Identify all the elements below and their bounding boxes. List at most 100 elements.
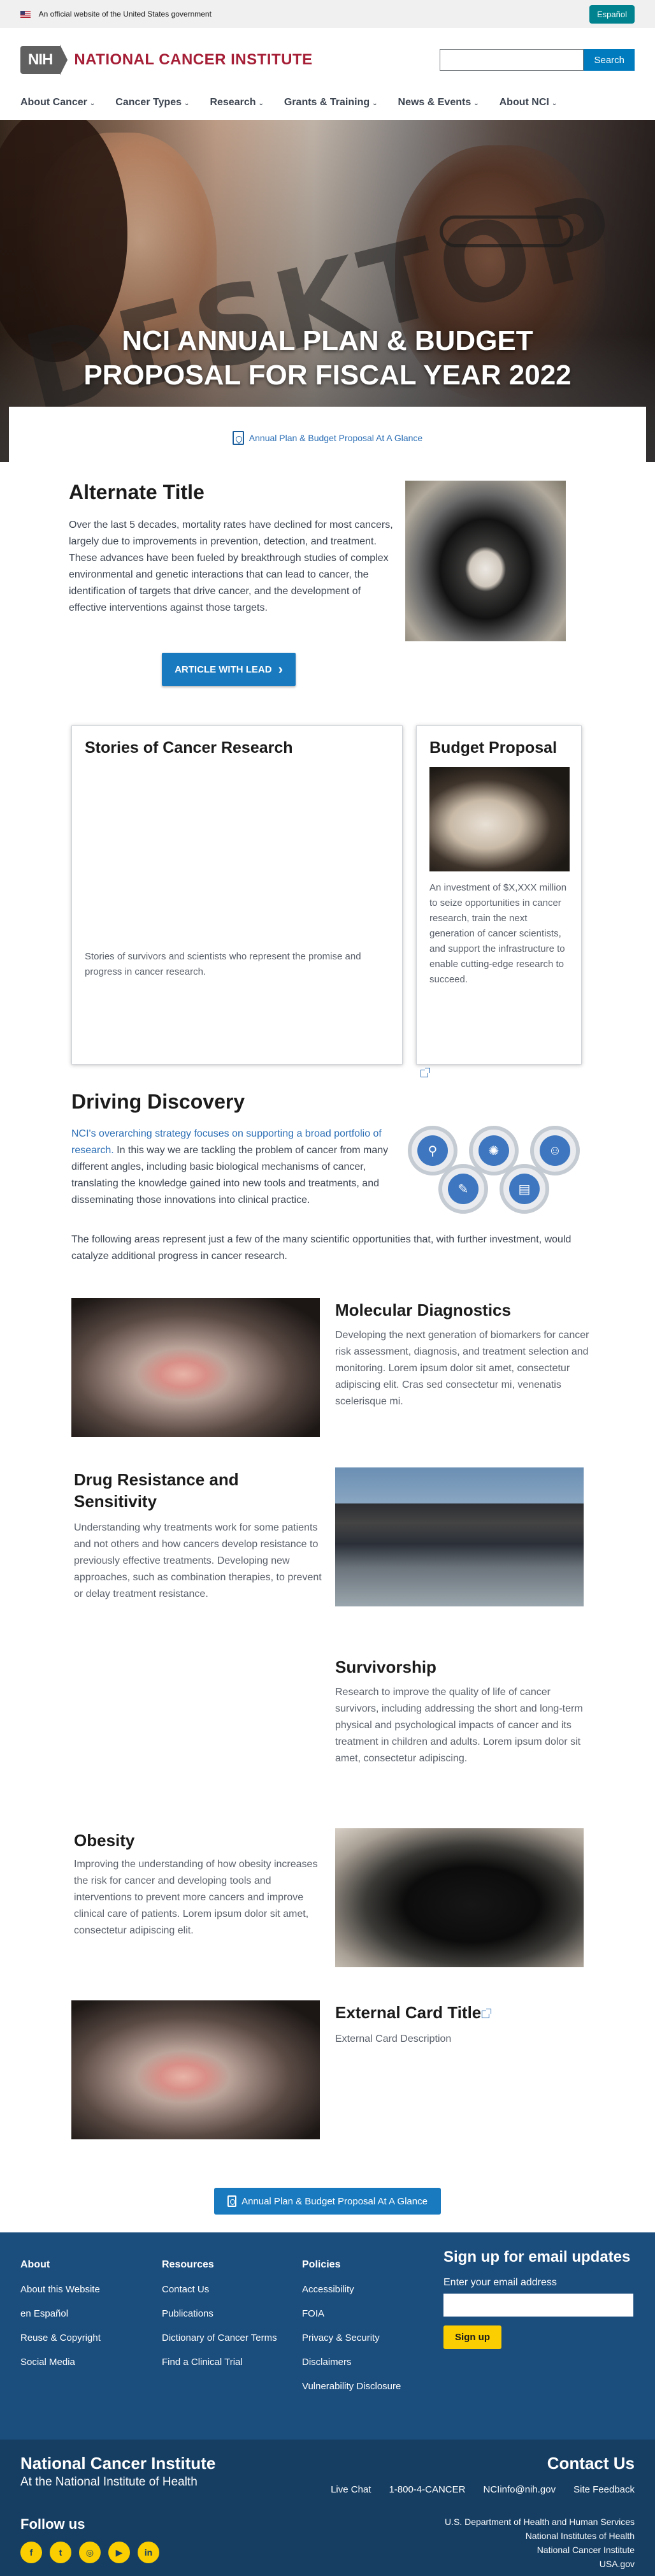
nav-label: Research xyxy=(210,97,256,108)
nav-about-nci[interactable]: About NCI ⌄ xyxy=(500,97,558,108)
nci-link[interactable]: National Cancer Institute xyxy=(537,2545,635,2555)
footer-link[interactable]: Reuse & Copyright xyxy=(20,2332,148,2345)
nav-label: About NCI xyxy=(499,97,549,108)
search-input[interactable] xyxy=(440,49,584,71)
footer-link[interactable]: FOIA xyxy=(302,2308,429,2320)
search-form: Search xyxy=(440,49,635,71)
nav-about-cancer[interactable]: About Cancer ⌄ xyxy=(20,97,95,108)
article-with-lead-button[interactable]: ARTICLE WITH LEAD › xyxy=(162,653,296,686)
drug-resistance-title: Drug Resistance and Sensitivity xyxy=(74,1470,239,1511)
linkedin-icon[interactable]: in xyxy=(138,2542,159,2563)
obesity-image xyxy=(335,1828,584,1967)
footer-link[interactable]: Dictionary of Cancer Terms xyxy=(162,2332,283,2345)
footer-link[interactable]: Disclaimers xyxy=(302,2356,429,2369)
chevron-down-icon: ⌄ xyxy=(551,99,558,107)
live-chat-link[interactable]: Live Chat xyxy=(331,2484,371,2495)
footer-about-column: About About this Website en Español Reus… xyxy=(20,2259,148,2380)
logo-text: NATIONAL CANCER INSTITUTE xyxy=(74,51,313,68)
ring-clipboard: ▤ xyxy=(500,1164,549,1214)
obesity-body: Improving the understanding of how obesi… xyxy=(74,1859,318,1936)
molecular-image xyxy=(71,1298,320,1437)
survivorship-title: Survivorship xyxy=(335,1657,436,1677)
nav-label: Cancer Types xyxy=(115,97,182,108)
nav-label: Grants & Training xyxy=(284,97,370,108)
hero-title-line-1: NCI ANNUAL PLAN & BUDGET xyxy=(122,325,533,356)
footer-link[interactable]: en Español xyxy=(20,2308,148,2320)
nav-research[interactable]: Research ⌄ xyxy=(210,97,263,108)
intro-title: Alternate Title xyxy=(69,481,205,504)
gov-links: U.S. Department of Health and Human Serv… xyxy=(445,2515,635,2571)
footer-policies-title: Policies xyxy=(302,2259,341,2270)
drug-resistance-body: Understanding why treatments work for so… xyxy=(74,1522,322,1599)
driving-discovery-body-text: In this way we are tackling the problem … xyxy=(71,1145,389,1205)
espanol-button[interactable]: Español xyxy=(589,4,635,24)
molecular-body: Developing the next generation of biomar… xyxy=(335,1330,589,1407)
footer-link[interactable]: Accessibility xyxy=(302,2283,429,2296)
footer-link[interactable]: Social Media xyxy=(20,2356,148,2369)
external-card-title[interactable]: External Card Title xyxy=(335,2002,590,2023)
budget-card[interactable]: Budget Proposal An investment of $X,XXX … xyxy=(416,725,582,1065)
stories-card-body: Stories of survivors and scientists who … xyxy=(85,951,361,977)
chevron-down-icon: ⌄ xyxy=(184,99,190,107)
footer-link[interactable]: Contact Us xyxy=(162,2283,283,2296)
at-a-glance-button[interactable]: Annual Plan & Budget Proposal At A Glanc… xyxy=(214,2188,441,2215)
stories-card[interactable]: Stories of Cancer Research Stories of su… xyxy=(71,725,403,1065)
nav-label: News & Events xyxy=(398,97,471,108)
hhs-link[interactable]: U.S. Department of Health and Human Serv… xyxy=(445,2517,635,2527)
chevron-down-icon: ⌄ xyxy=(372,99,378,107)
nih-logo-mark: NIH xyxy=(20,46,61,74)
footer-link[interactable]: Find a Clinical Trial xyxy=(162,2356,283,2369)
footer-contact-links: Live Chat 1-800-4-CANCER NCIinfo@nih.gov… xyxy=(331,2484,635,2495)
gov-banner-text-wrap: An official website of the United States… xyxy=(20,10,212,18)
search-button[interactable]: Search xyxy=(584,49,635,71)
sign-up-button[interactable]: Sign up xyxy=(443,2325,501,2349)
syringe-icon: ✎ xyxy=(448,1174,479,1204)
follow-us-title: Follow us xyxy=(20,2516,85,2532)
external-card-image[interactable] xyxy=(71,2000,320,2139)
youtube-icon[interactable]: ▶ xyxy=(108,2542,130,2563)
footer-link[interactable]: Vulnerability Disclosure xyxy=(302,2380,429,2393)
driving-discovery-title: Driving Discovery xyxy=(71,1090,245,1113)
gov-banner-text: An official website of the United States… xyxy=(38,10,212,18)
footer-about-title: About xyxy=(20,2259,50,2270)
pdf-at-a-glance-link[interactable]: Annual Plan & Budget Proposal At A Glanc… xyxy=(249,433,422,443)
chevron-down-icon: ⌄ xyxy=(89,99,96,107)
social-icons: f t ◎ ▶ in xyxy=(20,2542,159,2563)
site-header: NIH NATIONAL CANCER INSTITUTE Search xyxy=(0,28,655,92)
footer-contact-title: Contact Us xyxy=(547,2454,635,2473)
email-field[interactable] xyxy=(443,2294,633,2317)
chevron-down-icon: ⌄ xyxy=(258,99,264,107)
people-icon: ☺ xyxy=(540,1135,570,1166)
hero-title: NCI ANNUAL PLAN & BUDGET PROPOSAL FOR FI… xyxy=(0,324,655,393)
nci-logo[interactable]: NIH NATIONAL CANCER INSTITUTE xyxy=(20,45,313,75)
budget-card-body: An investment of $X,XXX million to seize… xyxy=(429,882,567,985)
footer-link[interactable]: Privacy & Security xyxy=(302,2332,429,2345)
drug-resistance-image xyxy=(335,1467,584,1606)
twitter-icon[interactable]: t xyxy=(50,2542,71,2563)
gov-banner: An official website of the United States… xyxy=(0,0,655,28)
footer-link[interactable]: About this Website xyxy=(20,2283,148,2296)
at-a-glance-label: Annual Plan & Budget Proposal At A Glanc… xyxy=(241,2195,428,2207)
main-nav: About Cancer ⌄ Cancer Types ⌄ Research ⌄ Gr… xyxy=(0,92,655,120)
phone-link[interactable]: 1-800-4-CANCER xyxy=(389,2484,465,2495)
email-signup: Sign up for email updates Enter your ema… xyxy=(443,2248,635,2349)
budget-card-title: Budget Proposal xyxy=(429,739,558,757)
external-link-icon[interactable] xyxy=(421,1068,430,1077)
nav-grants-training[interactable]: Grants & Training ⌄ xyxy=(284,97,378,108)
nav-news-events[interactable]: News & Events ⌄ xyxy=(398,97,479,108)
instagram-icon[interactable]: ◎ xyxy=(79,2542,101,2563)
intro-body: Over the last 5 decades, mortality rates… xyxy=(69,520,393,613)
usa-gov-link[interactable]: USA.gov xyxy=(600,2559,635,2569)
facebook-icon[interactable]: f xyxy=(20,2542,42,2563)
site-feedback-link[interactable]: Site Feedback xyxy=(573,2484,635,2495)
nav-cancer-types[interactable]: Cancer Types ⌄ xyxy=(115,97,189,108)
email-link[interactable]: NCIinfo@nih.gov xyxy=(483,2484,556,2495)
footer-link[interactable]: Publications xyxy=(162,2308,283,2320)
external-link-icon[interactable] xyxy=(482,2009,491,2018)
footer-org-name: National Cancer Institute xyxy=(20,2454,216,2473)
nih-link[interactable]: National Institutes of Health xyxy=(526,2531,635,2541)
clipboard-icon: ▤ xyxy=(509,1174,540,1204)
dna-icon: ✺ xyxy=(479,1135,509,1166)
survivorship-body: Research to improve the quality of life … xyxy=(335,1687,583,1764)
site-footer: About About this Website en Español Reus… xyxy=(0,2232,655,2440)
